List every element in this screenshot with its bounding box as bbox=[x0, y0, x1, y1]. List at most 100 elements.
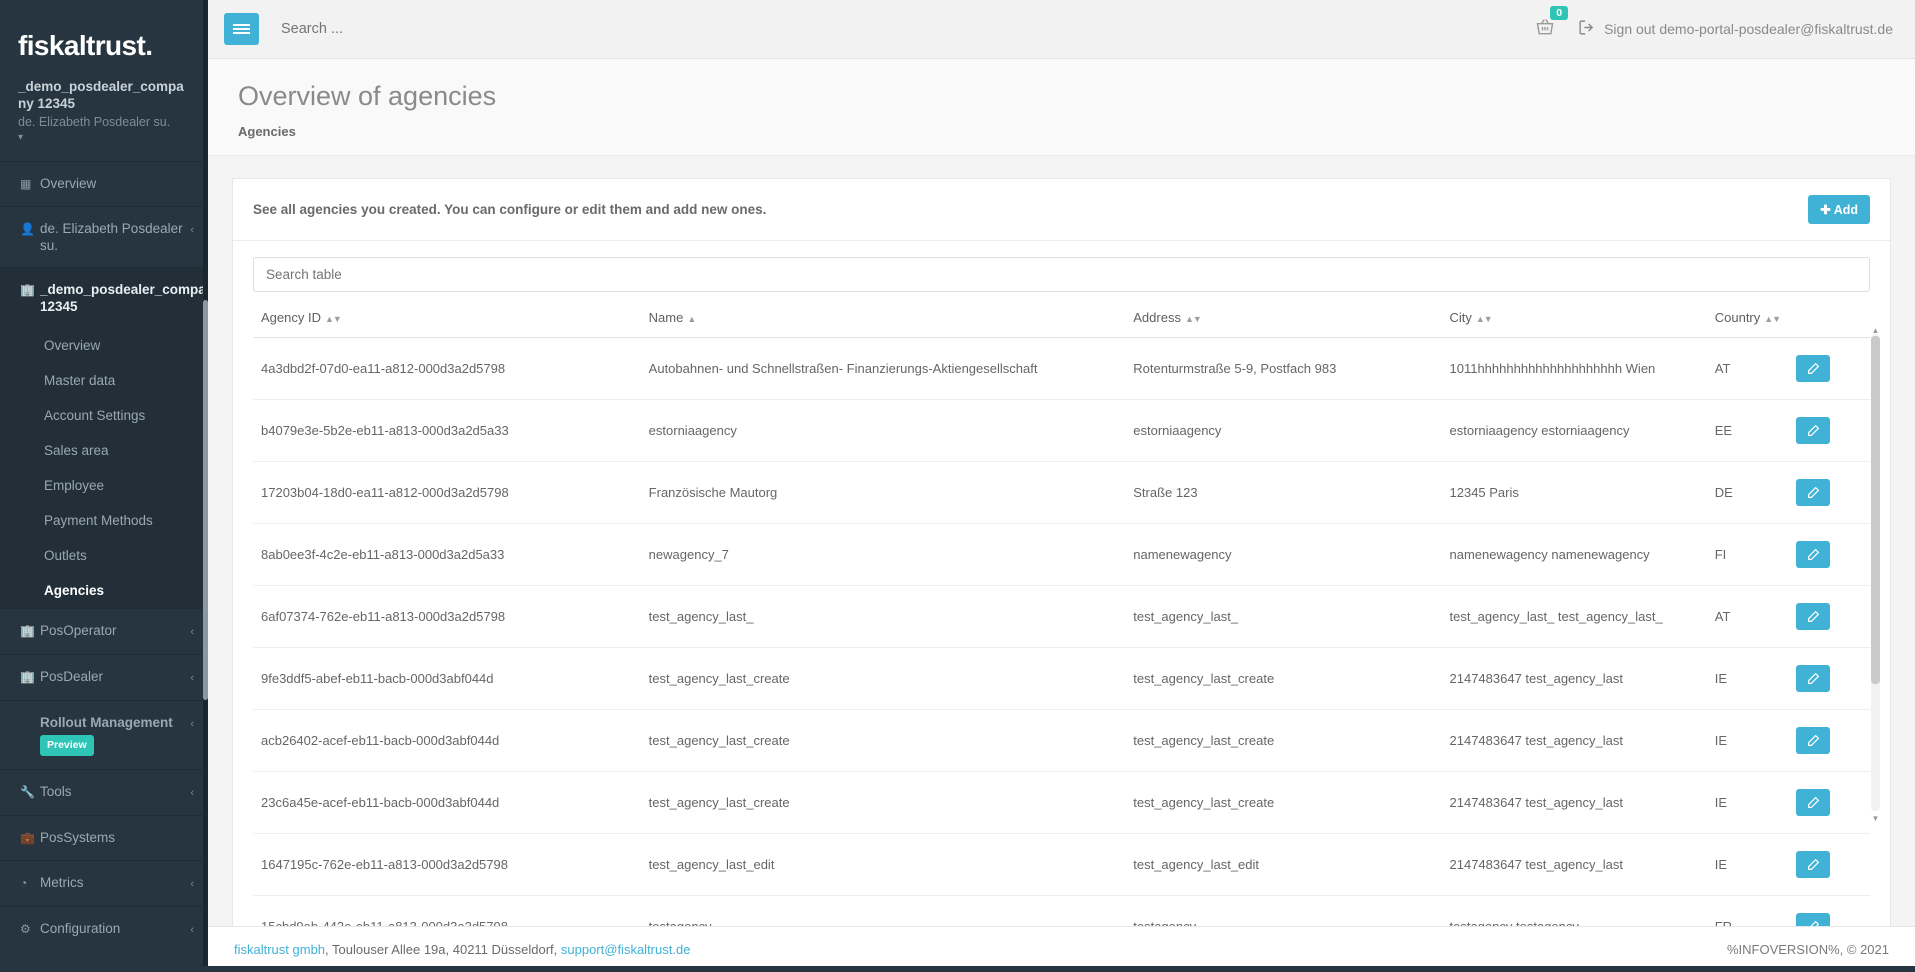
cell-city: 1011hhhhhhhhhhhhhhhhhhhh Wien bbox=[1441, 337, 1707, 400]
cell-actions bbox=[1788, 337, 1870, 400]
edit-button[interactable] bbox=[1796, 665, 1831, 692]
cell-city: test_agency_last_ test_agency_last_ bbox=[1441, 585, 1707, 648]
cell-actions bbox=[1788, 647, 1870, 710]
chevron-left-icon: ‹ bbox=[190, 626, 194, 638]
sidebar-item-configuration[interactable]: ⚙ Configuration ‹ bbox=[0, 907, 208, 952]
cell-actions bbox=[1788, 895, 1870, 926]
footer-company-link[interactable]: fiskaltrust gmbh bbox=[234, 942, 325, 957]
sidebar-item-posdealer[interactable]: 🏢 PosDealer ‹ bbox=[0, 655, 208, 700]
wrench-icon: 🔧 bbox=[20, 785, 35, 799]
edit-button[interactable] bbox=[1796, 913, 1831, 926]
cell-city: 2147483647 test_agency_last bbox=[1441, 833, 1707, 896]
sidebar-brand-block: fiskaltrust. _demo_posdealer_company 123… bbox=[0, 0, 208, 161]
cell-name: test_agency_last_create bbox=[640, 709, 1126, 772]
cell-actions bbox=[1788, 709, 1870, 772]
edit-button[interactable] bbox=[1796, 851, 1831, 878]
sidebar-item-payment-methods[interactable]: Payment Methods bbox=[0, 503, 208, 538]
sidebar-item-label: PosSystems bbox=[40, 830, 116, 845]
table-head: Agency ID ▲▼ Name ▲ Address ▲▼ City ▲▼ C… bbox=[253, 296, 1870, 338]
table-header-row: Agency ID ▲▼ Name ▲ Address ▲▼ City ▲▼ C… bbox=[253, 296, 1870, 338]
search-input[interactable] bbox=[281, 21, 601, 37]
main-area: 0 Sign out demo-portal-posdealer@fiskalt… bbox=[208, 0, 1915, 972]
chevron-left-icon: ‹ bbox=[190, 878, 194, 890]
cell-country: IE bbox=[1706, 647, 1789, 710]
sidebar-item-label: Metrics bbox=[40, 875, 84, 890]
cell-actions bbox=[1788, 585, 1870, 648]
scroll-down-arrow-icon[interactable]: ▼ bbox=[1871, 814, 1880, 823]
topbar: 0 Sign out demo-portal-posdealer@fiskalt… bbox=[208, 0, 1915, 59]
sidebar-item-label: Overview bbox=[40, 176, 97, 191]
sidebar-item-label: PosDealer bbox=[40, 669, 104, 684]
chevron-down-icon[interactable]: ▾ bbox=[0, 130, 208, 147]
edit-button[interactable] bbox=[1796, 479, 1831, 506]
sidebar-item-outlets[interactable]: Outlets bbox=[0, 538, 208, 573]
column-label: Address bbox=[1133, 310, 1181, 325]
pencil-icon bbox=[1810, 920, 1820, 926]
sidebar-item-overview[interactable]: ▦ Overview bbox=[0, 162, 208, 206]
pencil-icon bbox=[1807, 672, 1820, 684]
edit-button[interactable] bbox=[1796, 417, 1831, 444]
cell-agency-id: 8ab0ee3f-4c2e-eb11-a813-000d3a2d5a33 bbox=[253, 523, 641, 586]
sidebar-item-overview-sub[interactable]: Overview bbox=[0, 328, 208, 363]
account-subtitle: de. Elizabeth Posdealer su. bbox=[18, 115, 171, 129]
edit-button[interactable] bbox=[1796, 355, 1831, 382]
column-label: City bbox=[1449, 310, 1472, 325]
cell-country: IE bbox=[1706, 709, 1789, 772]
chevron-left-icon: ‹ bbox=[190, 718, 194, 730]
sort-both-icon: ▲▼ bbox=[324, 314, 342, 324]
account-name: _demo_posdealer_company 12345 bbox=[18, 79, 184, 111]
signout-button[interactable]: Sign out demo-portal-posdealer@fiskaltru… bbox=[1578, 19, 1893, 39]
cell-name: test_agency_last_create bbox=[640, 647, 1126, 710]
hamburger-icon[interactable] bbox=[224, 13, 259, 45]
edit-button[interactable] bbox=[1796, 789, 1831, 816]
sidebar-item-employee[interactable]: Employee bbox=[0, 468, 208, 503]
sidebar-item-sales-area[interactable]: Sales area bbox=[0, 433, 208, 468]
cell-agency-id: 17203b04-18d0-ea11-a812-000d3a2d5798 bbox=[253, 461, 641, 524]
edit-button[interactable] bbox=[1796, 603, 1831, 630]
sidebar-item-metrics[interactable]: ◔ Metrics ‹ bbox=[0, 861, 208, 906]
sidebar-item-master-data[interactable]: Master data bbox=[0, 363, 208, 398]
agencies-table: Agency ID ▲▼ Name ▲ Address ▲▼ City ▲▼ C… bbox=[253, 296, 1870, 926]
edit-button[interactable] bbox=[1796, 541, 1831, 568]
edit-button[interactable] bbox=[1796, 727, 1831, 754]
cell-agency-id: acb26402-acef-eb11-bacb-000d3abf044d bbox=[253, 709, 641, 772]
basket-count-badge: 0 bbox=[1550, 5, 1569, 20]
page-header: Overview of agencies Agencies bbox=[208, 59, 1915, 156]
card-header: See all agencies you created. You can co… bbox=[233, 179, 1890, 241]
spacer-icon bbox=[20, 714, 40, 715]
sidebar-item-posoperator[interactable]: 🏢 PosOperator ‹ bbox=[0, 609, 208, 654]
column-header-agency-id[interactable]: Agency ID ▲▼ bbox=[253, 296, 641, 338]
column-header-city[interactable]: City ▲▼ bbox=[1441, 296, 1707, 338]
footer-email-link[interactable]: support@fiskaltrust.de bbox=[561, 942, 691, 957]
sidebar-scrollbar-thumb[interactable] bbox=[203, 300, 208, 700]
column-label: Name bbox=[648, 310, 684, 325]
sidebar-item-label: PosOperator bbox=[40, 623, 117, 638]
column-header-address[interactable]: Address ▲▼ bbox=[1125, 296, 1442, 338]
column-header-name[interactable]: Name ▲ bbox=[640, 296, 1126, 338]
sidebar-group-company: 🏢 _demo_posdealer_company 12345 ‹ Overvi… bbox=[0, 268, 208, 608]
cell-name: newagency_7 bbox=[640, 523, 1126, 586]
pencil-icon bbox=[1807, 858, 1820, 870]
sidebar-item-rollout-management[interactable]: Rollout Management Preview ‹ bbox=[0, 701, 208, 769]
bottom-bar bbox=[0, 966, 1915, 972]
table-row: 4a3dbd2f-07d0-ea11-a812-000d3a2d5798 Auto… bbox=[253, 337, 1870, 400]
building-icon: 🏢 bbox=[20, 283, 35, 297]
column-header-actions bbox=[1788, 296, 1870, 338]
add-button[interactable]: ✚ Add bbox=[1808, 195, 1870, 224]
cell-country: IE bbox=[1706, 833, 1789, 896]
sidebar-item-label: de. Elizabeth Posdealer su. bbox=[40, 221, 183, 253]
sidebar-item-account-settings[interactable]: Account Settings bbox=[0, 398, 208, 433]
shopping-basket-icon[interactable]: 0 bbox=[1530, 5, 1569, 42]
sidebar-item-user[interactable]: 👤 de. Elizabeth Posdealer su. ‹ bbox=[0, 207, 208, 267]
cell-name: estorniaagency bbox=[640, 399, 1126, 462]
table-search-input[interactable] bbox=[253, 257, 1870, 292]
sidebar-item-possystems[interactable]: 💼 PosSystems bbox=[0, 816, 208, 860]
cell-agency-id: 15cbd9ab-442e-eb11-a813-000d3a2d5798 bbox=[253, 895, 641, 926]
column-label: Agency ID bbox=[261, 310, 321, 325]
sidebar-item-tools[interactable]: 🔧 Tools ‹ bbox=[0, 770, 208, 815]
sidebar-item-agencies[interactable]: Agencies bbox=[0, 573, 208, 608]
column-header-country[interactable]: Country ▲▼ bbox=[1706, 296, 1789, 338]
table-scrollbar-thumb[interactable] bbox=[1871, 336, 1880, 684]
cell-actions bbox=[1788, 523, 1870, 586]
sidebar-item-company[interactable]: 🏢 _demo_posdealer_company 12345 ‹ bbox=[0, 268, 208, 328]
